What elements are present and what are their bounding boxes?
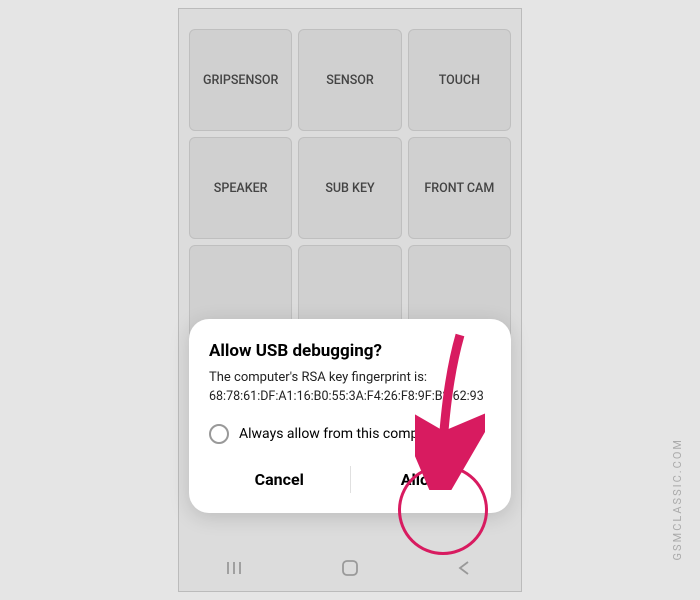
test-menu-grid: GRIPSENSOR SENSOR TOUCH SPEAKER SUB KEY … (189, 29, 511, 347)
grid-btn-gripsensor[interactable]: GRIPSENSOR (189, 29, 292, 131)
navigation-bar (179, 551, 521, 585)
always-allow-row[interactable]: Always allow from this computer (209, 424, 491, 444)
grid-btn-sensor[interactable]: SENSOR (298, 29, 401, 131)
grid-btn-touch[interactable]: TOUCH (408, 29, 511, 131)
watermark: GSMCLASSIC.COM (671, 438, 684, 560)
back-icon[interactable] (453, 557, 475, 579)
cancel-button[interactable]: Cancel (209, 458, 350, 501)
home-icon[interactable] (339, 557, 361, 579)
recents-icon[interactable] (225, 557, 247, 579)
grid-btn-subkey[interactable]: SUB KEY (298, 137, 401, 239)
dialog-actions: Cancel Allow (209, 458, 491, 501)
phone-frame: GRIPSENSOR SENSOR TOUCH SPEAKER SUB KEY … (178, 8, 522, 592)
allow-button[interactable]: Allow (351, 458, 492, 501)
checkbox-icon[interactable] (209, 424, 229, 444)
grid-btn-speaker[interactable]: SPEAKER (189, 137, 292, 239)
checkbox-label: Always allow from this computer (239, 426, 443, 442)
rsa-fingerprint: 68:78:61:DF:A1:16:B0:55:3A:F4:26:F8:9F:B… (209, 389, 491, 404)
dialog-title: Allow USB debugging? (209, 341, 491, 361)
grid-btn-frontcam[interactable]: FRONT CAM (408, 137, 511, 239)
usb-debugging-dialog: Allow USB debugging? The computer's RSA … (189, 319, 511, 513)
dialog-body: The computer's RSA key fingerprint is: (209, 369, 491, 387)
